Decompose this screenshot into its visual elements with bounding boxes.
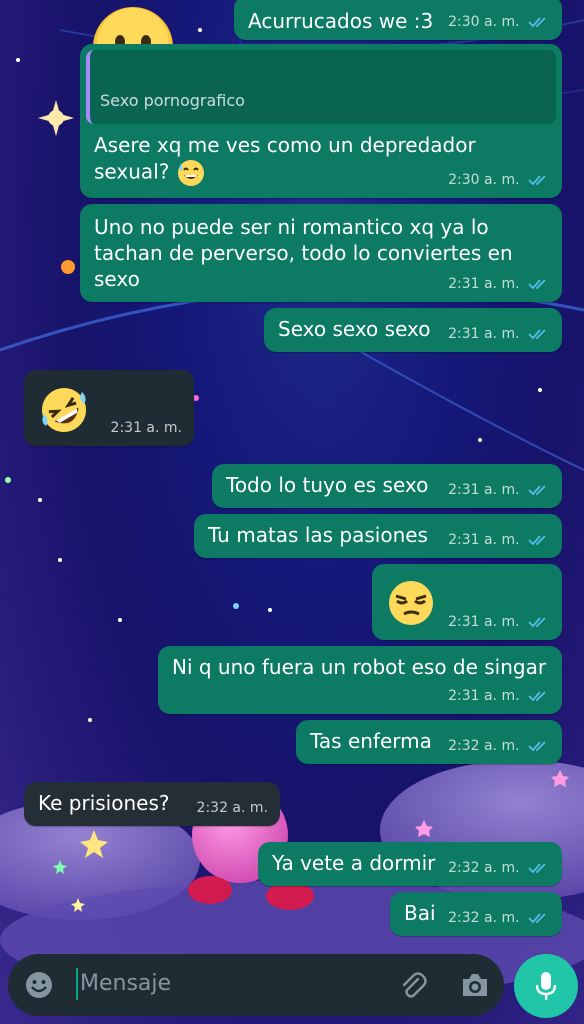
quoted-text: Sexo pornografico xyxy=(100,91,245,110)
message-composer: Mensaje xyxy=(8,954,504,1016)
camera-icon[interactable] xyxy=(460,971,490,999)
read-ticks-icon xyxy=(528,617,546,628)
chat-message[interactable]: Sexo pornografico Asere xq me ves como u… xyxy=(80,44,562,198)
chat-message[interactable]: 2:31 a. m. xyxy=(24,370,194,446)
read-ticks-icon xyxy=(528,691,546,702)
message-meta: 2:30 a. m. xyxy=(448,167,550,193)
chat-message[interactable]: 2:31 a. m. xyxy=(372,564,562,640)
sweat-smile-emoji xyxy=(177,160,204,186)
read-ticks-icon xyxy=(528,485,546,496)
message-meta: 2:32 a. m. xyxy=(448,855,550,881)
message-meta: 2:31 a. m. xyxy=(448,609,550,635)
read-ticks-icon xyxy=(528,175,546,186)
message-meta: 2:30 a. m. xyxy=(448,9,550,35)
message-time: 2:31 a. m. xyxy=(448,688,520,704)
read-ticks-icon xyxy=(528,329,546,340)
emoji-icon[interactable] xyxy=(24,970,54,1000)
message-meta: 2:31 a. m. xyxy=(448,683,550,709)
message-time: 2:30 a. m. xyxy=(448,172,520,188)
message-meta: 2:32 a. m. xyxy=(197,795,268,821)
message-time: 2:32 a. m. xyxy=(448,860,520,876)
text-caret xyxy=(76,968,78,1000)
message-time: 2:32 a. m. xyxy=(196,800,268,816)
message-time: 2:31 a. m. xyxy=(448,614,520,630)
message-meta: 2:31 a. m. xyxy=(111,415,182,441)
message-time: 2:32 a. m. xyxy=(448,738,520,754)
read-ticks-icon xyxy=(528,863,546,874)
read-ticks-icon xyxy=(528,535,546,546)
chat-screen: Acurrucados we :3 2:30 a. m. Sexo pornog… xyxy=(0,0,584,1024)
message-meta: 2:31 a. m. xyxy=(448,527,550,553)
message-meta: 2:31 a. m. xyxy=(448,477,550,503)
chat-message[interactable]: Tas enferma 2:32 a. m. xyxy=(296,720,562,764)
message-time: 2:31 a. m. xyxy=(448,532,520,548)
message-meta: 2:32 a. m. xyxy=(448,905,550,931)
chat-message[interactable]: Ya vete a dormir 2:32 a. m. xyxy=(258,842,562,886)
quoted-message[interactable]: Sexo pornografico xyxy=(86,50,556,124)
message-time: 2:31 a. m. xyxy=(448,326,520,342)
mic-button[interactable] xyxy=(514,954,578,1018)
message-time: 2:30 a. m. xyxy=(448,14,520,30)
message-meta: 2:31 a. m. xyxy=(448,321,550,347)
message-time: 2:32 a. m. xyxy=(448,910,520,926)
chat-message[interactable]: Sexo sexo sexo 2:31 a. m. xyxy=(264,308,562,352)
read-ticks-icon xyxy=(528,913,546,924)
message-text: Ni q uno fuera un robot eso de singar xyxy=(172,655,547,679)
message-meta: 2:31 a. m. xyxy=(448,271,550,297)
read-ticks-icon xyxy=(528,17,546,28)
message-input[interactable]: Mensaje xyxy=(80,971,171,996)
read-ticks-icon xyxy=(528,279,546,290)
mic-icon xyxy=(535,972,557,1000)
message-meta: 2:32 a. m. xyxy=(448,733,550,759)
chat-message[interactable]: Ke prisiones? 2:32 a. m. xyxy=(24,782,280,826)
chat-message[interactable]: Ni q uno fuera un robot eso de singar 2:… xyxy=(158,646,562,714)
chat-message[interactable]: Tu matas las pasiones 2:31 a. m. xyxy=(194,514,562,558)
chat-message[interactable]: Acurrucados we :3 2:30 a. m. xyxy=(234,0,562,40)
chat-message[interactable]: Bai 2:32 a. m. xyxy=(390,892,562,936)
chat-message[interactable]: Uno no puede ser ni romantico xq ya lo t… xyxy=(80,204,562,302)
message-time: 2:31 a. m. xyxy=(448,276,520,292)
unamused-face-emoji xyxy=(389,581,433,625)
attach-icon[interactable] xyxy=(398,970,428,1000)
chat-message[interactable]: Todo lo tuyo es sexo 2:31 a. m. xyxy=(212,464,562,508)
message-time: 2:31 a. m. xyxy=(448,482,520,498)
message-time: 2:31 a. m. xyxy=(110,420,182,436)
rolling-laughing-emoji xyxy=(42,388,86,432)
read-ticks-icon xyxy=(528,741,546,752)
